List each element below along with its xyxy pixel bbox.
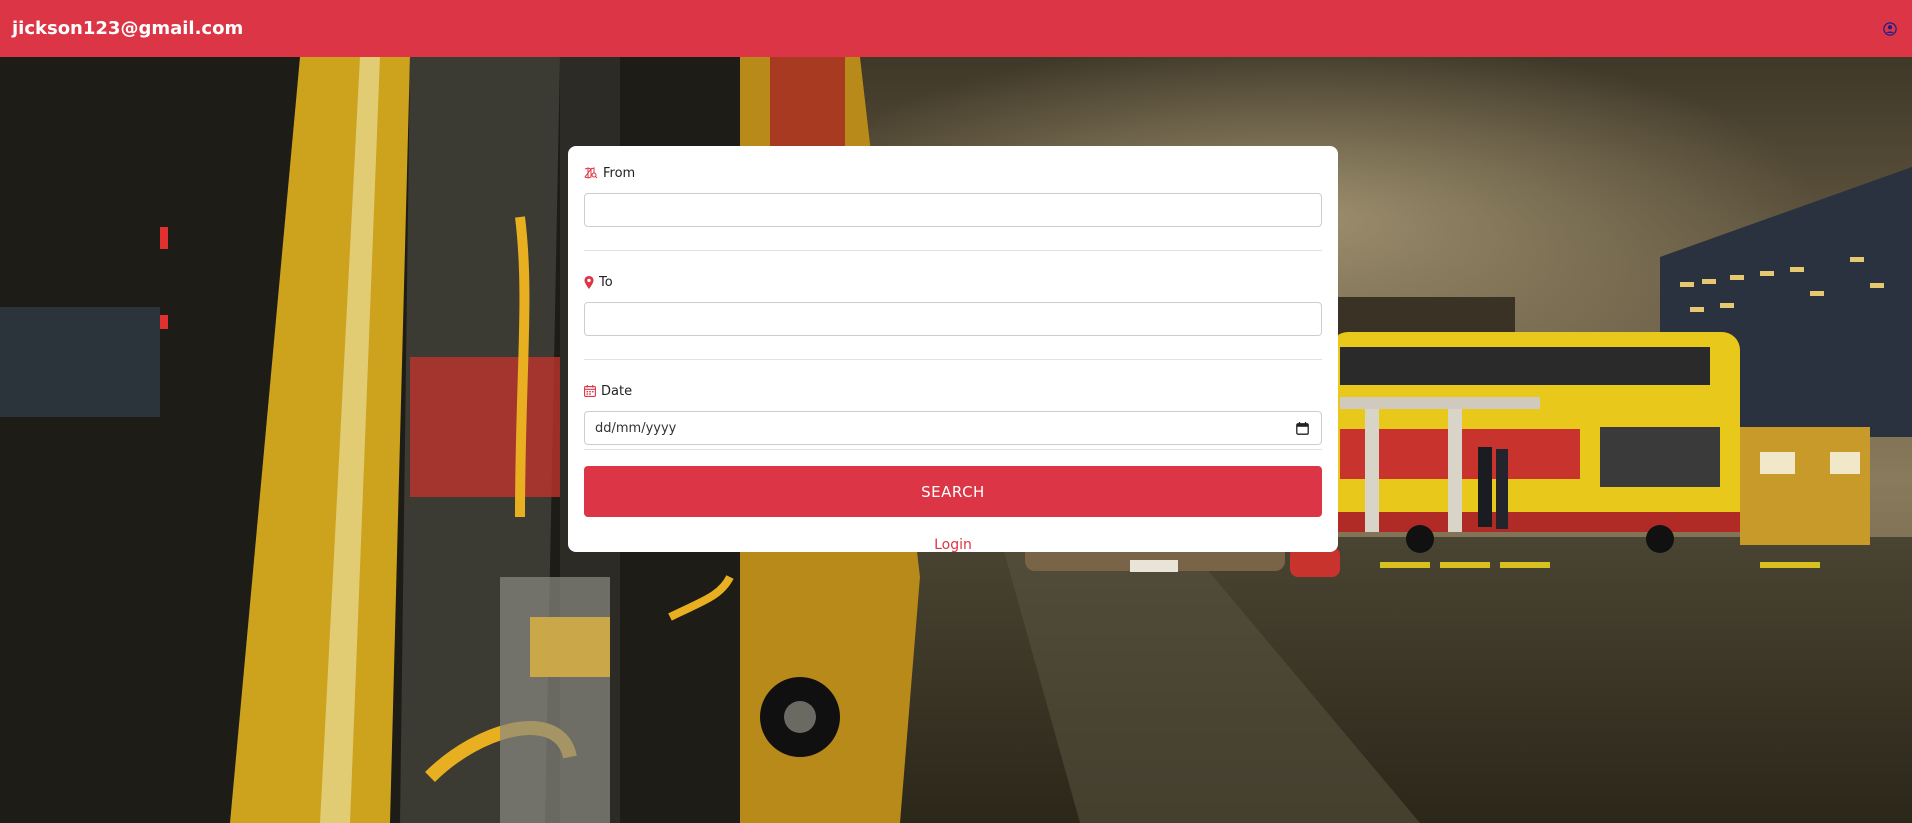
map-search-icon bbox=[584, 167, 598, 179]
map-pin-icon bbox=[584, 275, 594, 289]
from-input[interactable] bbox=[584, 193, 1322, 227]
from-label-row: From bbox=[584, 163, 1322, 183]
divider bbox=[584, 250, 1322, 251]
login-link[interactable]: Login bbox=[584, 537, 1322, 553]
divider bbox=[584, 449, 1322, 450]
date-label-row: Date bbox=[584, 381, 1322, 401]
divider bbox=[584, 359, 1322, 360]
to-input[interactable] bbox=[584, 302, 1322, 336]
date-input[interactable]: dd/mm/yyyy bbox=[584, 411, 1322, 445]
search-card: From To Date dd/mm/yyyy SEARCH Login bbox=[568, 146, 1338, 553]
to-label-row: To bbox=[584, 272, 1322, 292]
from-label: From bbox=[603, 165, 636, 181]
user-circle-icon bbox=[1883, 21, 1897, 36]
top-navbar: jickson123@gmail.com bbox=[0, 0, 1912, 57]
date-placeholder: dd/mm/yyyy bbox=[595, 420, 677, 436]
user-account-button[interactable] bbox=[1880, 19, 1900, 39]
calendar-picker-icon[interactable] bbox=[1296, 421, 1309, 435]
to-label: To bbox=[599, 274, 613, 290]
search-button[interactable]: SEARCH bbox=[584, 466, 1322, 517]
date-label: Date bbox=[601, 383, 633, 399]
user-email: jickson123@gmail.com bbox=[12, 18, 244, 39]
calendar-icon bbox=[584, 385, 596, 397]
